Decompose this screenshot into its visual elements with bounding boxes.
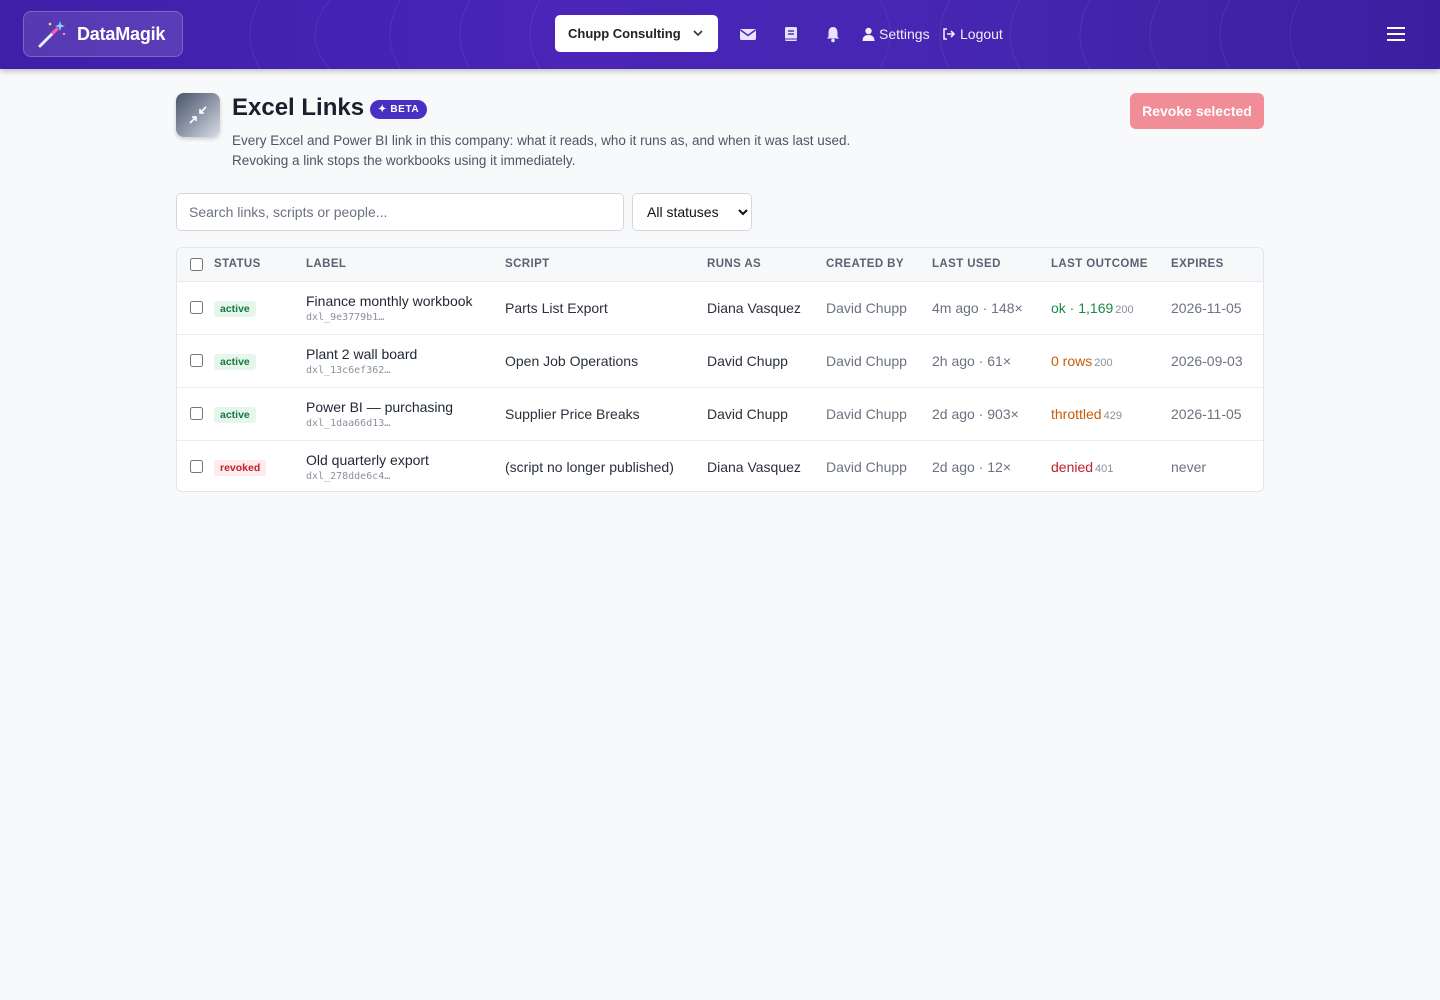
select-all-checkbox[interactable] bbox=[190, 257, 203, 271]
status-badge: active bbox=[214, 300, 256, 317]
bell-icon[interactable] bbox=[823, 24, 843, 44]
magic-wand-icon bbox=[38, 21, 66, 48]
expires-cell: never bbox=[1171, 458, 1207, 475]
script-cell: (script no longer published) bbox=[505, 458, 674, 475]
column-header-expires[interactable]: Expires bbox=[1171, 248, 1263, 281]
expires-cell: 2026-09-03 bbox=[1171, 352, 1243, 369]
created-by-cell: David Chupp bbox=[826, 299, 907, 316]
description-line-2: Revoking a link stops the workbooks usin… bbox=[232, 153, 576, 168]
runs-as-cell: David Chupp bbox=[707, 352, 788, 369]
brand-logo[interactable]: DataMagik bbox=[23, 11, 183, 57]
created-by-cell: David Chupp bbox=[826, 405, 907, 422]
link-id: dxl_278dde6c4… bbox=[306, 470, 391, 482]
company-selector[interactable]: Chupp Consulting bbox=[555, 15, 718, 52]
last-used-cell: 2d ago · 903× bbox=[932, 405, 1019, 422]
column-header-last-used[interactable]: Last used bbox=[932, 248, 1051, 281]
column-header-script[interactable]: Script bbox=[505, 248, 707, 281]
link-label: Old quarterly export bbox=[306, 451, 429, 468]
created-by-cell: David Chupp bbox=[826, 352, 907, 369]
top-navbar: DataMagik Chupp Consulting Settings Logo… bbox=[0, 0, 1440, 69]
runs-as-cell: Diana Vasquez bbox=[707, 458, 801, 475]
brand-name: DataMagik bbox=[77, 23, 166, 44]
company-name: Chupp Consulting bbox=[568, 26, 681, 41]
table-row[interactable]: revoked Old quarterly export dxl_278dde6c… bbox=[177, 440, 1263, 491]
status-filter-select[interactable]: All statuses bbox=[632, 193, 752, 231]
outcome-text: 0 rows bbox=[1051, 352, 1093, 369]
links-table: Status Label Script Runs as Created by L… bbox=[176, 247, 1264, 492]
script-cell: Supplier Price Breaks bbox=[505, 405, 640, 422]
beta-badge: ✦ BETA bbox=[370, 100, 428, 119]
status-badge: revoked bbox=[214, 459, 267, 476]
table-row[interactable]: active Power BI — purchasing dxl_1daa66d1… bbox=[177, 387, 1263, 440]
column-header-label[interactable]: Label bbox=[306, 248, 505, 281]
last-used-cell: 4m ago · 148× bbox=[932, 299, 1023, 316]
logout-link[interactable]: Logout bbox=[942, 24, 1003, 44]
column-header-runs-as[interactable]: Runs as bbox=[707, 248, 826, 281]
outcome-code: 429 bbox=[1103, 409, 1122, 422]
excel-links-icon bbox=[176, 93, 220, 137]
compress-arrows-icon bbox=[189, 106, 207, 124]
outcome-code: 401 bbox=[1095, 462, 1114, 475]
table-row[interactable]: active Plant 2 wall board dxl_13c6ef362… … bbox=[177, 334, 1263, 387]
last-outcome-cell: 0 rows 200 bbox=[1051, 334, 1171, 387]
script-cell: Open Job Operations bbox=[505, 352, 639, 369]
row-checkbox[interactable] bbox=[190, 354, 203, 367]
runs-as-cell: David Chupp bbox=[707, 405, 788, 422]
mail-icon[interactable] bbox=[738, 24, 758, 44]
select-all-cell bbox=[177, 248, 214, 281]
settings-link[interactable]: Settings bbox=[862, 24, 930, 44]
user-icon bbox=[862, 27, 875, 41]
link-label: Plant 2 wall board bbox=[306, 345, 418, 362]
page-title: Excel Links bbox=[232, 94, 365, 121]
link-label: Power BI — purchasing bbox=[306, 398, 454, 415]
column-header-status[interactable]: Status bbox=[214, 248, 306, 281]
expires-cell: 2026-11-05 bbox=[1171, 405, 1242, 422]
chevron-down-icon bbox=[693, 30, 703, 37]
last-outcome-cell: denied 401 bbox=[1051, 440, 1171, 491]
last-used-cell: 2h ago · 61× bbox=[932, 352, 1012, 369]
table-header-row: Status Label Script Runs as Created by L… bbox=[177, 248, 1263, 281]
status-badge: active bbox=[214, 406, 256, 423]
column-header-created-by[interactable]: Created by bbox=[826, 248, 932, 281]
settings-label: Settings bbox=[879, 26, 930, 42]
row-checkbox[interactable] bbox=[190, 301, 203, 314]
last-used-cell: 2d ago · 12× bbox=[932, 458, 1012, 475]
revoke-selected-button[interactable]: Revoke selected bbox=[1130, 93, 1264, 129]
logout-label: Logout bbox=[960, 26, 1003, 42]
table-row[interactable]: active Finance monthly workbook dxl_9e377… bbox=[177, 281, 1263, 334]
row-checkbox[interactable] bbox=[190, 407, 203, 420]
navbar-background-pattern bbox=[249, 0, 1301, 69]
outcome-code: 200 bbox=[1094, 356, 1113, 369]
expires-cell: 2026-11-05 bbox=[1171, 299, 1242, 316]
search-input[interactable] bbox=[176, 193, 624, 231]
outcome-text: throttled bbox=[1051, 405, 1102, 422]
created-by-cell: David Chupp bbox=[826, 458, 907, 475]
column-header-last-outcome[interactable]: Last outcome bbox=[1051, 248, 1171, 281]
status-badge: active bbox=[214, 353, 256, 370]
link-id: dxl_1daa66d13… bbox=[306, 417, 391, 429]
last-outcome-cell: throttled 429 bbox=[1051, 387, 1171, 440]
runs-as-cell: Diana Vasquez bbox=[707, 299, 801, 316]
outcome-text: denied bbox=[1051, 458, 1094, 475]
links-table-grid: Status Label Script Runs as Created by L… bbox=[177, 248, 1263, 491]
row-checkbox[interactable] bbox=[190, 460, 203, 474]
description-line-1: Every Excel and Power BI link in this co… bbox=[232, 133, 851, 148]
menu-icon[interactable] bbox=[1385, 24, 1407, 44]
link-id: dxl_13c6ef362… bbox=[306, 364, 391, 376]
book-icon[interactable] bbox=[781, 24, 801, 44]
link-id: dxl_9e3779b1… bbox=[306, 311, 385, 323]
sign-out-icon bbox=[943, 28, 956, 40]
script-cell: Parts List Export bbox=[505, 299, 608, 316]
last-outcome-cell: ok · 1,169 200 bbox=[1051, 281, 1171, 334]
page-description: Every Excel and Power BI link in this co… bbox=[232, 131, 932, 171]
outcome-code: 200 bbox=[1115, 303, 1134, 316]
outcome-text: ok · 1,169 bbox=[1051, 299, 1114, 316]
link-label: Finance monthly workbook bbox=[306, 292, 473, 309]
